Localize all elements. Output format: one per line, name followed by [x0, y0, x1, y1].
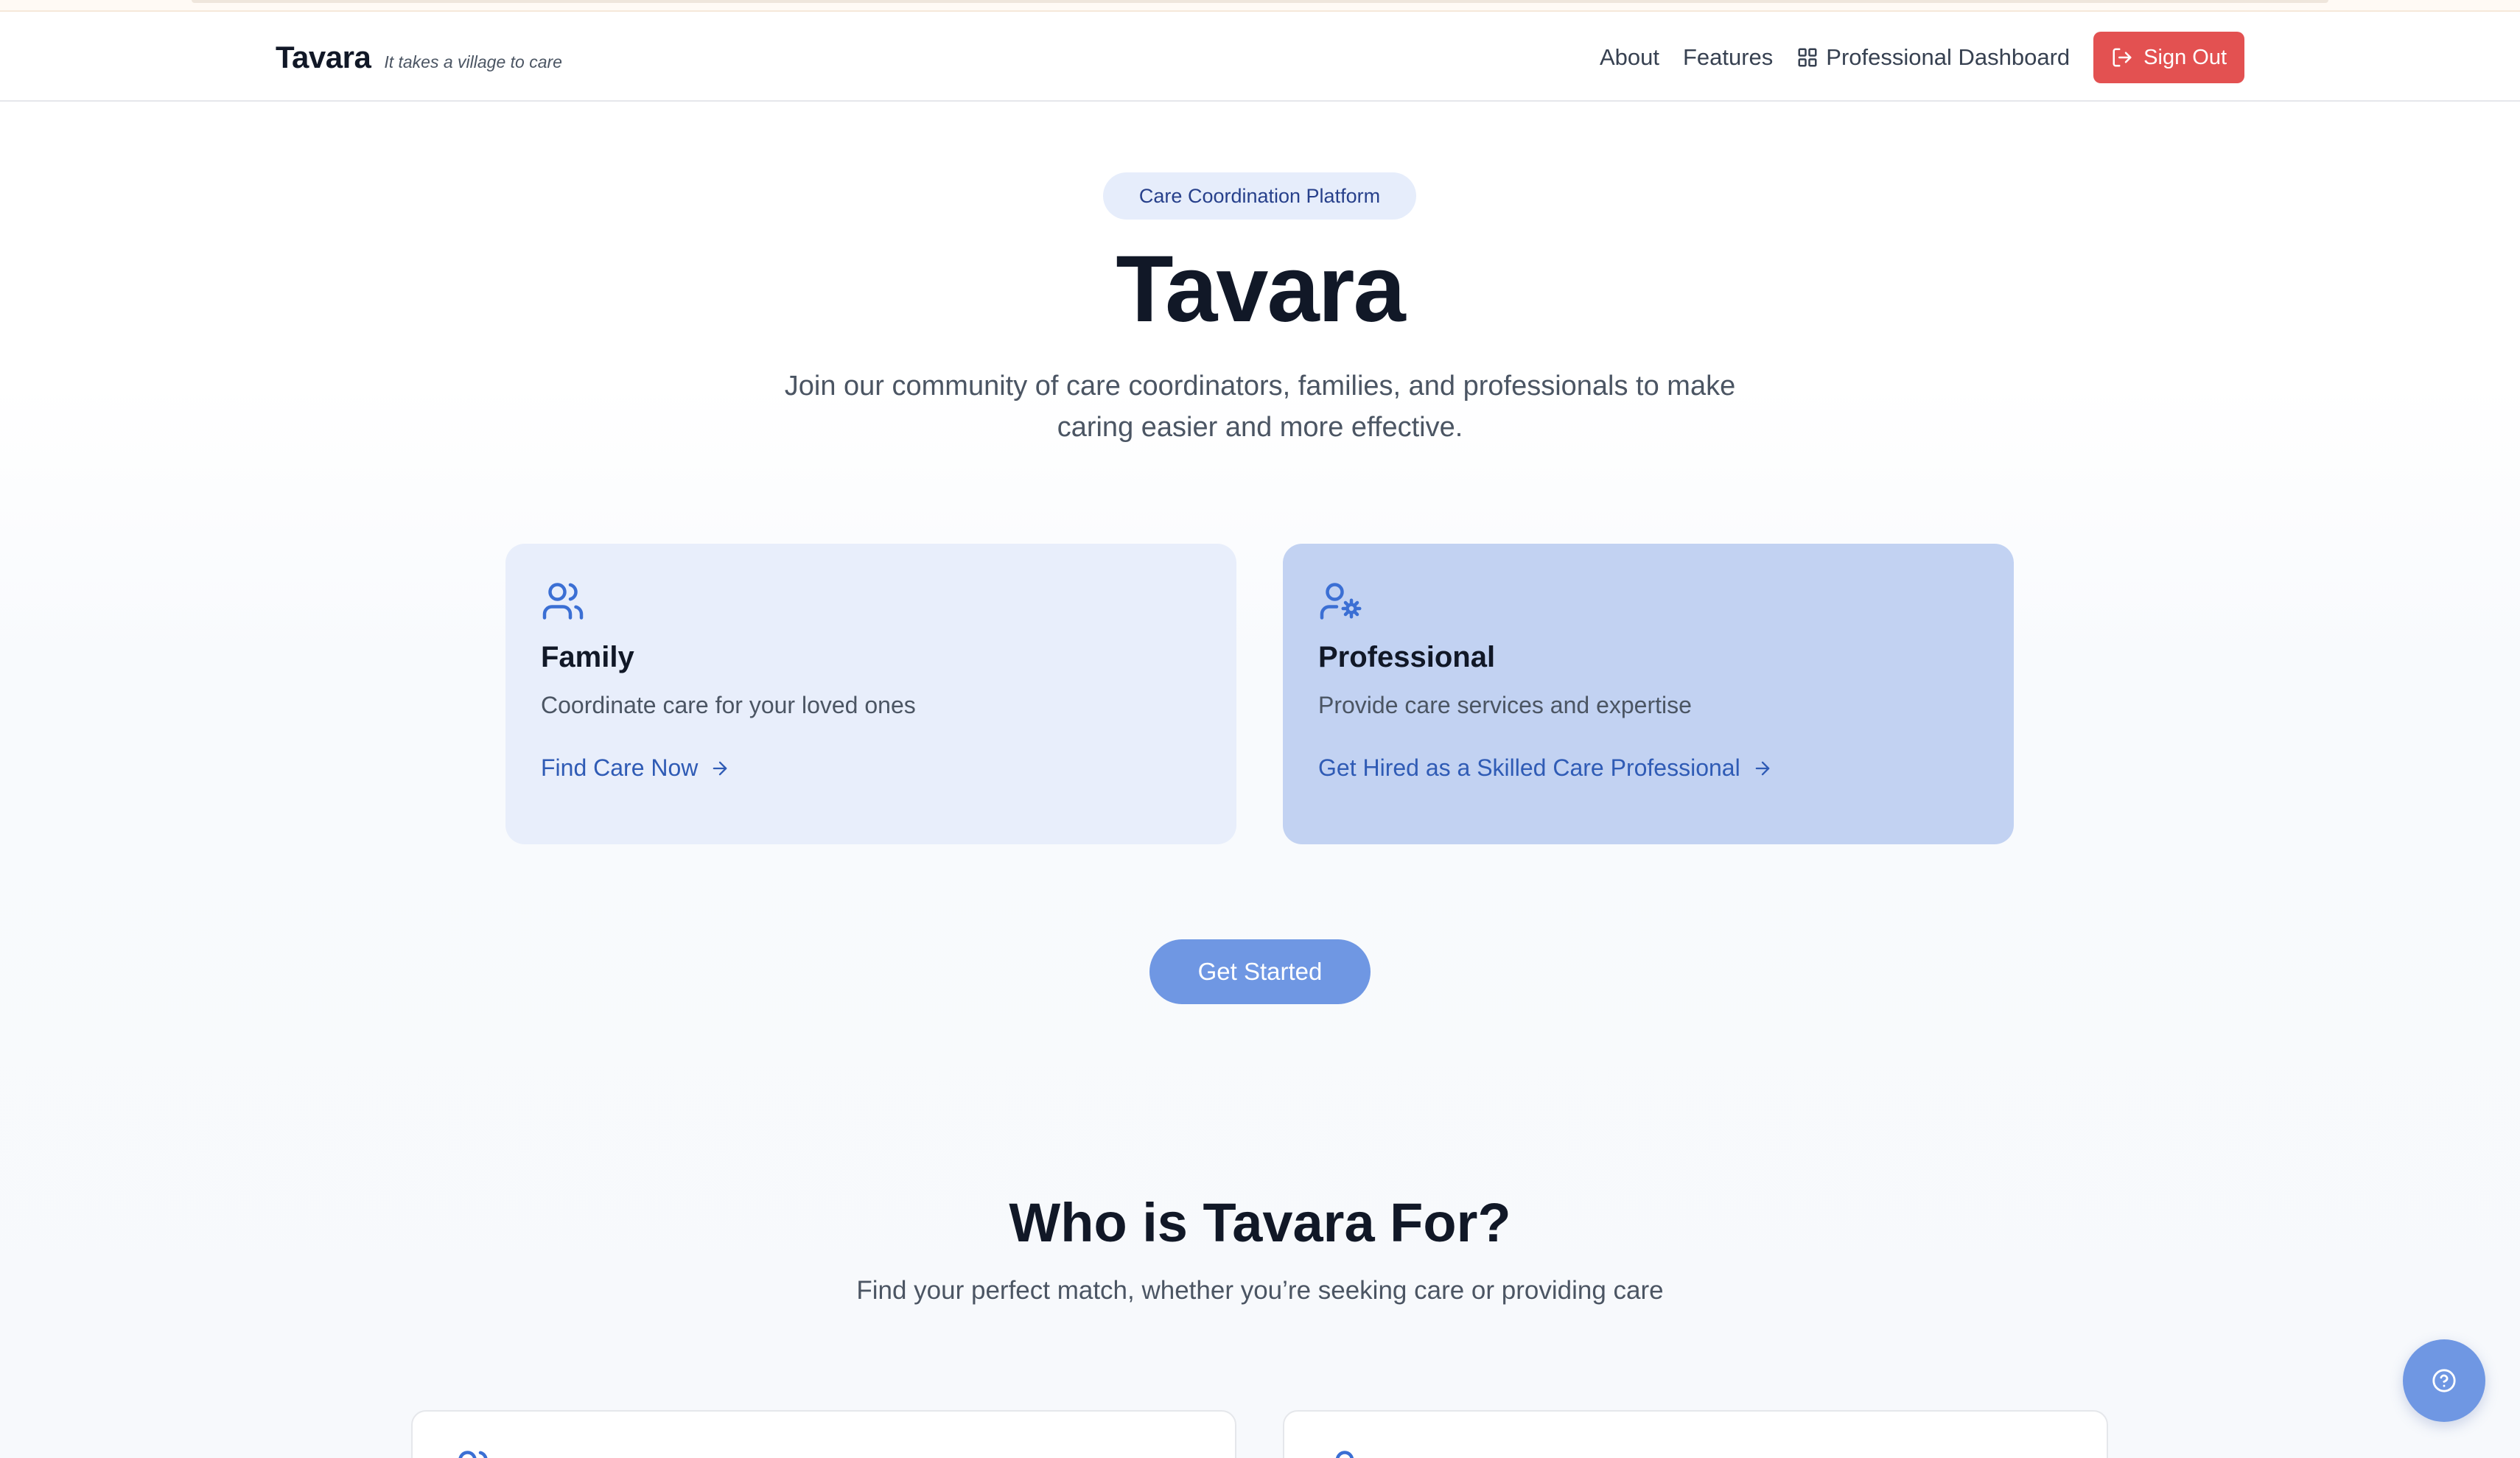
hero-badge: Care Coordination Platform: [1103, 172, 1416, 220]
page: Tavara It takes a village to care About …: [0, 0, 2520, 1458]
family-card[interactable]: Family Coordinate care for your loved on…: [505, 544, 1236, 844]
users-icon: [458, 1451, 488, 1458]
family-card-description: Coordinate care for your loved ones: [541, 692, 916, 718]
layout-grid-icon: [1798, 48, 1817, 67]
find-care-now-label: Find Care Now: [541, 754, 699, 781]
professional-card-description: Provide care services and expertise: [1318, 692, 1692, 718]
nav-features-link[interactable]: Features: [1683, 44, 1773, 71]
sign-out-label: Sign Out: [2143, 45, 2227, 69]
brand-name[interactable]: Tavara: [276, 40, 371, 75]
get-hired-label: Get Hired as a Skilled Care Professional: [1318, 754, 1740, 781]
user-icon: [1336, 1451, 1354, 1458]
log-out-icon: [2113, 48, 2132, 67]
who-section-title: Who is Tavara For?: [1009, 1192, 1511, 1253]
nav-professional-dashboard-link[interactable]: Professional Dashboard: [1796, 44, 2070, 71]
professional-card-title: Professional: [1318, 641, 1496, 673]
sign-out-button[interactable]: Sign Out: [2093, 32, 2244, 83]
user-cog-icon: [1320, 583, 1362, 620]
site-header: Tavara It takes a village to care About …: [0, 12, 2520, 102]
top-banner-line: [192, 0, 2328, 3]
arrow-right-icon: [1755, 761, 1770, 775]
get-hired-link[interactable]: Get Hired as a Skilled Care Professional: [1318, 754, 1773, 782]
main-nav: About Features Professional Dashboard Si…: [1600, 31, 2244, 84]
help-circle-icon: [2432, 1369, 2456, 1392]
brand-tagline: It takes a village to care: [384, 52, 562, 71]
help-button[interactable]: [2403, 1339, 2485, 1422]
brand[interactable]: Tavara It takes a village to care: [276, 40, 562, 75]
nav-professional-dashboard-label: Professional Dashboard: [1826, 44, 2071, 70]
family-info-card[interactable]: [411, 1410, 1236, 1458]
nav-about-link[interactable]: About: [1600, 44, 1659, 71]
professional-info-card[interactable]: [1283, 1410, 2108, 1458]
professional-card[interactable]: Professional Provide care services and e…: [1283, 544, 2014, 844]
hero-subtitle: Join our community of care coordinators,…: [784, 371, 1736, 443]
who-section-subtitle: Find your perfect match, whether you’re …: [856, 1276, 1664, 1305]
family-card-title: Family: [541, 641, 634, 673]
get-started-button[interactable]: Get Started: [1149, 939, 1371, 1004]
top-banner-strip: [0, 0, 2520, 12]
find-care-now-link[interactable]: Find Care Now: [541, 754, 730, 782]
users-icon: [542, 583, 584, 620]
hero-title: Tavara: [1116, 236, 1405, 342]
arrow-right-icon: [713, 761, 727, 775]
